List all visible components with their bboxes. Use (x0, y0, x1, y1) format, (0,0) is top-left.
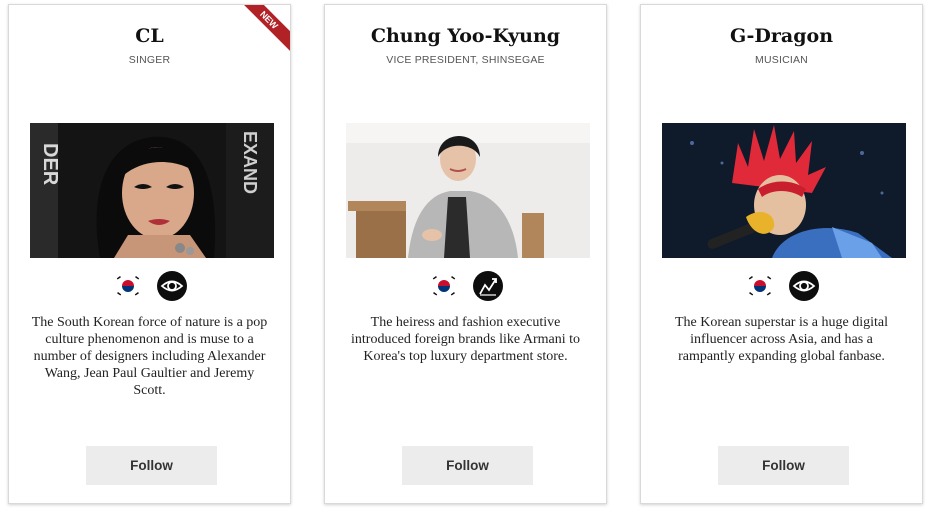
profile-description: The South Korean force of nature is a po… (31, 315, 268, 398)
profile-description: The heiress and fashion executive introd… (351, 315, 580, 364)
profile-name[interactable]: Chung Yoo-Kyung (325, 25, 606, 47)
badge-row (325, 271, 606, 301)
profile-photo[interactable]: DER EXAND (30, 123, 274, 258)
follow-button[interactable]: Follow (402, 446, 533, 485)
profile-role: MUSICIAN (755, 54, 808, 66)
eye-icon[interactable] (788, 271, 819, 301)
badge-row (9, 271, 290, 301)
profile-card-chung-yoo-kyung[interactable]: Chung Yoo-Kyung VICE PRESIDENT, SHINSEGA… (324, 4, 607, 504)
growth-chart-icon[interactable] (472, 271, 503, 301)
korea-flag-icon[interactable] (745, 271, 775, 301)
backdrop-text-left: DER (39, 143, 61, 186)
profile-photo[interactable] (662, 123, 906, 258)
profile-description: The Korean superstar is a huge digital i… (674, 315, 889, 364)
badge-row (641, 271, 922, 301)
profile-card-g-dragon[interactable]: G-Dragon MUSICIAN The Korean superstar i… (640, 4, 923, 504)
eye-icon[interactable] (156, 271, 187, 301)
profile-photo[interactable] (346, 123, 590, 258)
profile-card-cl[interactable]: NEW CL SINGER DER EXAND The South Korean… (8, 4, 291, 504)
profile-name[interactable]: G-Dragon (641, 25, 922, 47)
profile-name[interactable]: CL (9, 25, 290, 47)
profile-role: SINGER (128, 54, 171, 66)
korea-flag-icon[interactable] (113, 271, 143, 301)
follow-button[interactable]: Follow (718, 446, 849, 485)
profile-role: VICE PRESIDENT, SHINSEGAE (386, 54, 545, 66)
backdrop-text-right: EXAND (240, 131, 260, 194)
korea-flag-icon[interactable] (429, 271, 459, 301)
follow-button[interactable]: Follow (86, 446, 217, 485)
